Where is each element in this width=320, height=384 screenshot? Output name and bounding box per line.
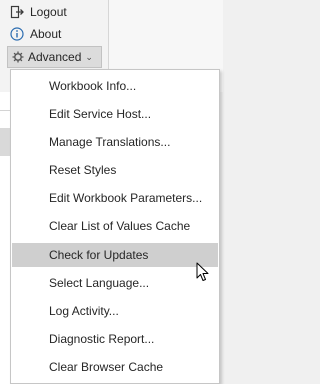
about-button[interactable]: About bbox=[10, 24, 61, 44]
about-label: About bbox=[30, 27, 62, 41]
menu-item-edit-workbook-parameters[interactable]: Edit Workbook Parameters... bbox=[12, 186, 218, 210]
menu-item-manage-translations[interactable]: Manage Translations... bbox=[12, 130, 218, 154]
menu-item-clear-list-of-values-cache[interactable]: Clear List of Values Cache bbox=[12, 214, 218, 238]
logout-icon bbox=[10, 5, 24, 19]
menu-item-log-activity[interactable]: Log Activity... bbox=[12, 299, 218, 323]
menu-item-reset-styles[interactable]: Reset Styles bbox=[12, 158, 218, 182]
logout-button[interactable]: Logout bbox=[10, 2, 67, 22]
logout-label: Logout bbox=[30, 5, 67, 19]
info-icon bbox=[10, 27, 24, 41]
advanced-dropdown-menu: Workbook Info... Edit Service Host... Ma… bbox=[10, 69, 220, 384]
gear-icon bbox=[12, 51, 24, 63]
menu-item-clear-browser-cache[interactable]: Clear Browser Cache bbox=[12, 355, 218, 379]
advanced-dropdown-button[interactable]: Advanced ⌄ bbox=[7, 46, 102, 68]
sheet-grid-shaded-cell bbox=[0, 128, 10, 156]
advanced-label: Advanced bbox=[28, 50, 82, 64]
menu-item-diagnostic-report[interactable]: Diagnostic Report... bbox=[12, 327, 218, 351]
chevron-down-icon: ⌄ bbox=[85, 51, 93, 62]
mouse-cursor-icon bbox=[196, 262, 210, 282]
menu-item-workbook-info[interactable]: Workbook Info... bbox=[12, 74, 218, 98]
menu-item-check-for-updates[interactable]: Check for Updates bbox=[12, 243, 218, 267]
menu-item-select-language[interactable]: Select Language... bbox=[12, 271, 218, 295]
menu-item-edit-service-host[interactable]: Edit Service Host... bbox=[12, 102, 218, 126]
